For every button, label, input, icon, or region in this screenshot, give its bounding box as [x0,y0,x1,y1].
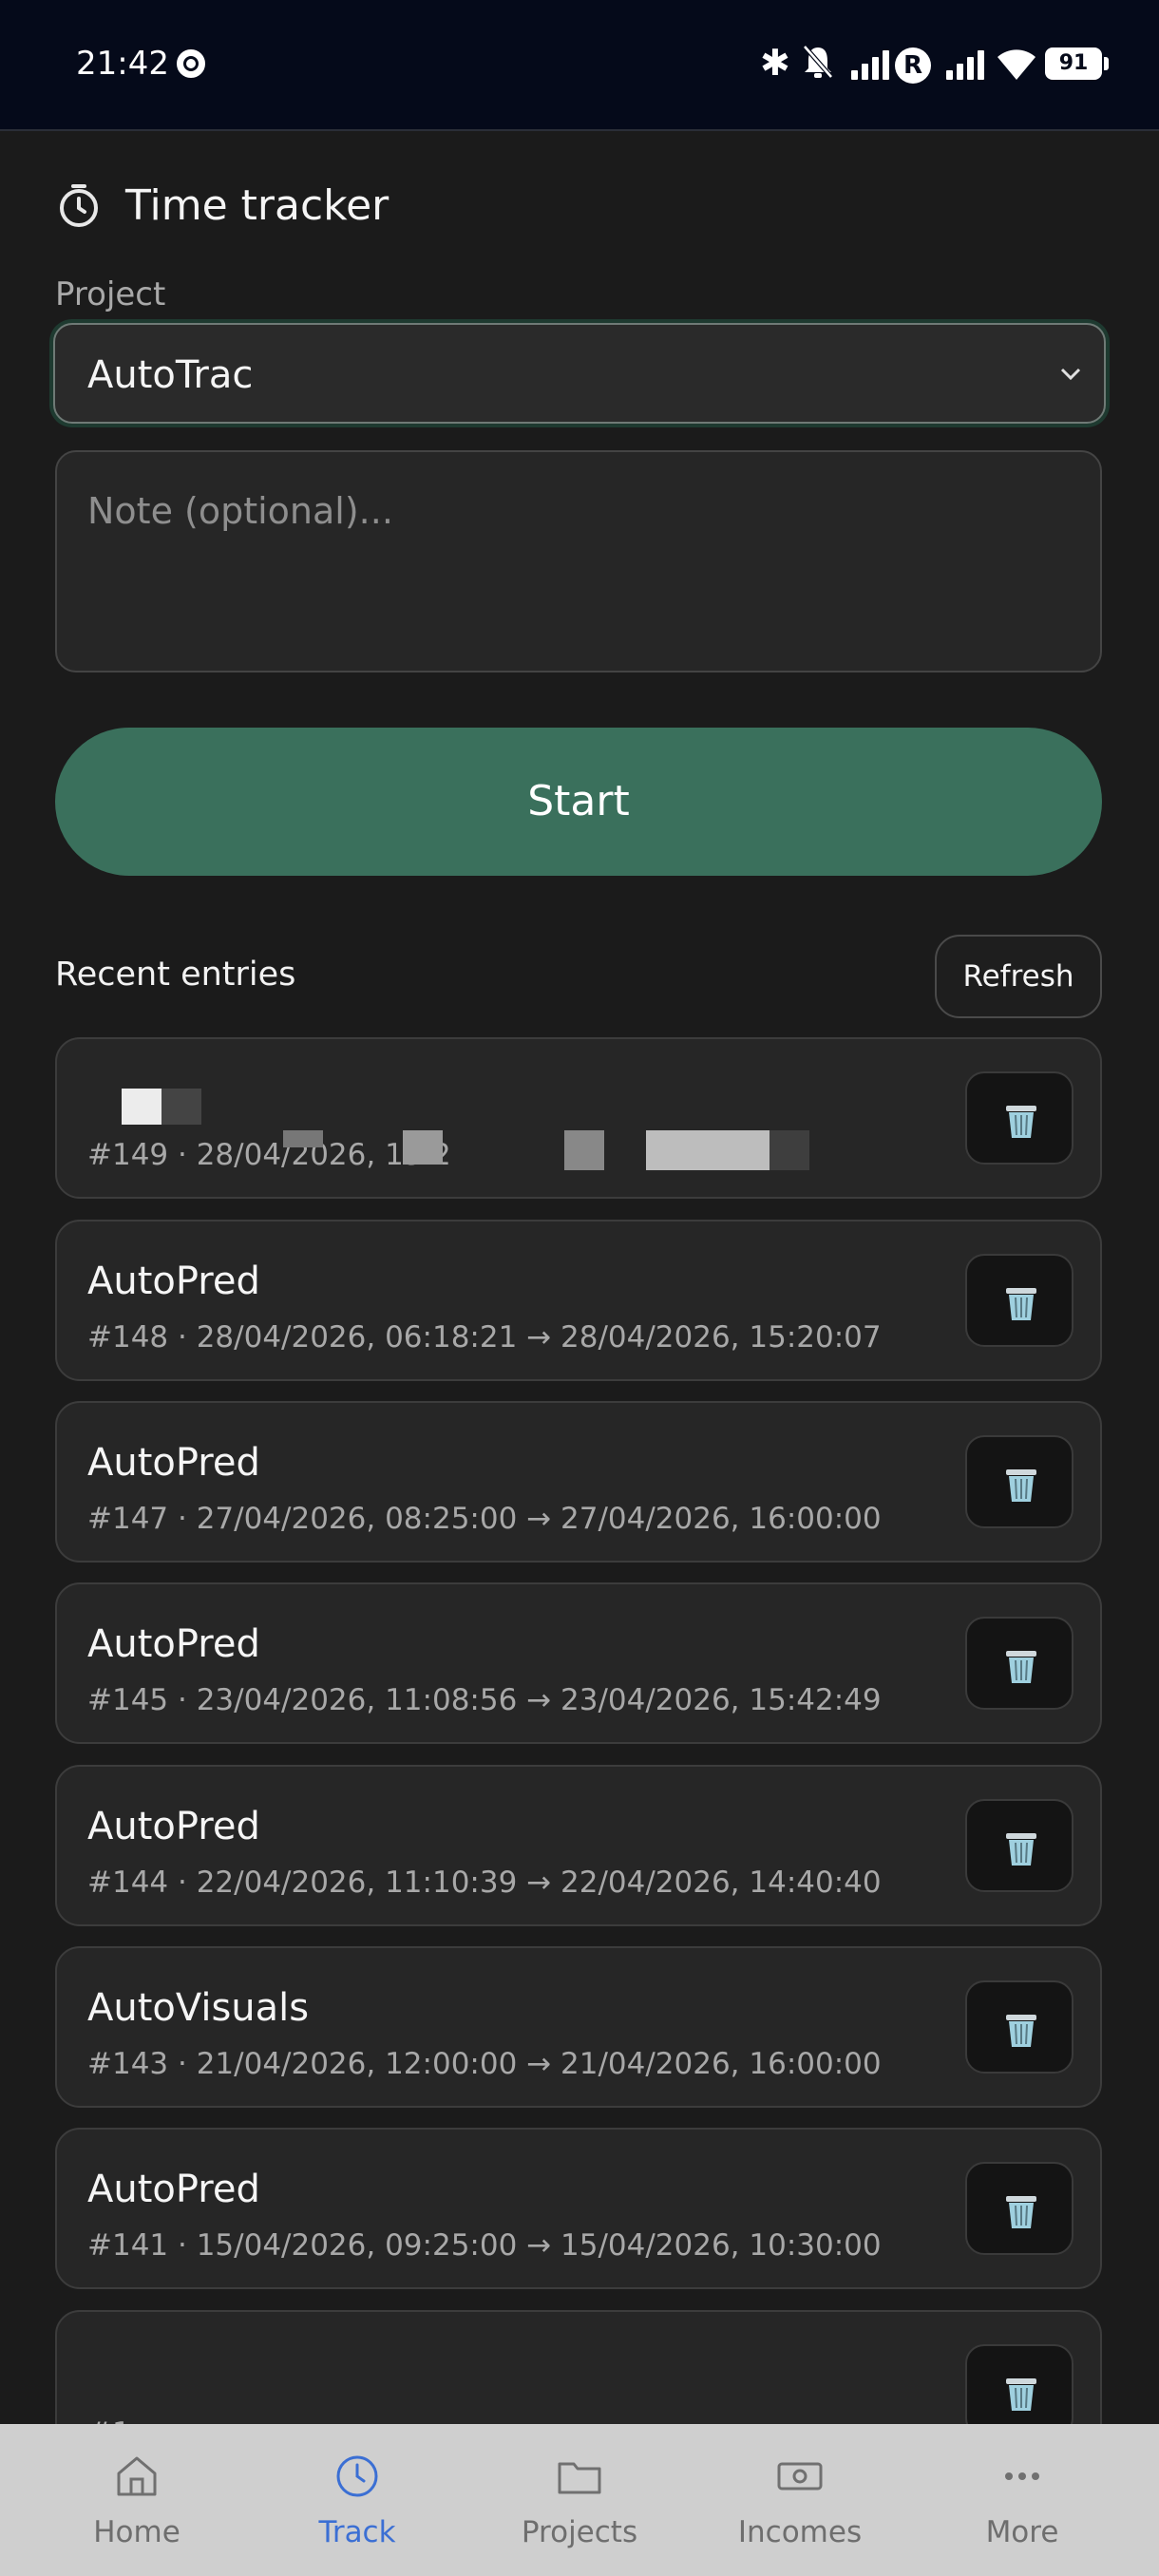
entry-card[interactable]: AutoVisuals #143 · 21/04/2026, 12:00:00 … [55,1946,1102,2108]
redacted-block [403,1130,443,1165]
entry-meta: #144 · 22/04/2026, 11:10:39 → 22/04/2026… [87,1866,882,1900]
entry-card[interactable]: AutoPred #141 · 15/04/2026, 09:25:00 → 1… [55,2128,1102,2289]
entry-title: AutoVisuals [87,1986,310,2030]
nav-home[interactable]: Home [28,2424,246,2576]
redacted-block [162,1089,201,1125]
status-time: 21:42 [76,45,169,83]
project-select[interactable]: AutoTrac [53,323,1106,424]
nav-projects[interactable]: Projects [470,2424,689,2576]
entry-meta: #145 · 23/04/2026, 11:08:56 → 23/04/2026… [87,1683,882,1717]
nav-more-label: More [985,2515,1059,2549]
delete-button[interactable] [965,1799,1074,1892]
entry-meta: #147 · 27/04/2026, 08:25:00 → 27/04/2026… [87,1502,882,1536]
trash-icon [1006,2196,1036,2228]
entry-title: AutoPred [87,1805,260,1848]
redacted-block [564,1130,604,1170]
delete-button[interactable] [965,1617,1074,1710]
delete-button[interactable] [965,1435,1074,1528]
battery-icon: 91 [1045,47,1109,80]
nav-track-label: Track [318,2515,396,2549]
nav-incomes-label: Incomes [737,2515,863,2549]
trash-icon [1006,1833,1036,1866]
clock-icon [336,2455,378,2497]
project-label: Project [55,275,166,313]
redacted-block [122,1089,162,1125]
banknote-icon [777,2462,823,2491]
nav-more[interactable]: More [913,2424,1131,2576]
delete-button[interactable] [965,2162,1074,2255]
trash-icon [1006,2378,1036,2411]
entry-meta: #149 · 28/04/2026, 15:2 [87,1138,451,1172]
status-bar: 21:42 ✱ R 91 [0,0,1159,131]
entry-title: AutoPred [87,2168,260,2211]
page-title: Time tracker [125,180,390,230]
status-icons: ✱ R 91 [760,42,1159,87]
entry-meta: #141 · 15/04/2026, 09:25:00 → 15/04/2026… [87,2228,882,2263]
signal-2-icon [946,50,984,80]
more-icon [1005,2472,1039,2480]
entry-card[interactable]: AutoPred #148 · 28/04/2026, 06:18:21 → 2… [55,1220,1102,1381]
nav-track[interactable]: Track [248,2424,466,2576]
wifi-icon [998,49,1036,80]
stopwatch-icon [60,184,98,227]
nav-projects-label: Projects [521,2515,638,2549]
trash-icon [1006,1288,1036,1320]
entry-card[interactable]: #149 · 28/04/2026, 15:2 [55,1037,1102,1199]
project-select-value: AutoTrac [87,353,254,397]
entry-title: AutoPred [87,1441,260,1485]
trash-icon [1006,1106,1036,1138]
recent-entries-title: Recent entries [55,956,296,994]
trash-icon [1006,1469,1036,1502]
entry-card[interactable]: AutoPred #147 · 27/04/2026, 08:25:00 → 2… [55,1401,1102,1563]
redacted-block [283,1130,323,1147]
delete-button[interactable] [965,1980,1074,2074]
entry-meta: #143 · 21/04/2026, 12:00:00 → 21/04/2026… [87,2047,882,2081]
trash-icon [1006,1651,1036,1683]
chrome-icon [177,49,205,78]
delete-button[interactable] [965,1071,1074,1165]
entry-title: AutoPred [87,1622,260,1666]
delete-button[interactable] [965,1254,1074,1347]
note-field[interactable] [55,450,1102,672]
bluetooth-icon: ✱ [760,42,790,84]
signal-icon [851,50,889,80]
trash-icon [1006,2015,1036,2047]
entry-title: AutoPred [87,1260,260,1303]
entry-card[interactable]: AutoPred #144 · 22/04/2026, 11:10:39 → 2… [55,1765,1102,1926]
folder-icon [558,2462,601,2494]
redacted-block [646,1130,770,1170]
nav-home-label: Home [93,2515,180,2549]
start-button[interactable]: Start [55,728,1102,876]
entry-card[interactable]: AutoPred #145 · 23/04/2026, 11:08:56 → 2… [55,1582,1102,1744]
roaming-icon: R [895,47,931,84]
chevron-down-icon [1060,368,1081,381]
bottom-nav: Home Track Projects Incomes More [0,2424,1159,2576]
entry-meta: #148 · 28/04/2026, 06:18:21 → 28/04/2026… [87,1320,882,1354]
refresh-button[interactable]: Refresh [935,935,1102,1018]
page-header: Time tracker [55,175,389,236]
redacted-block [770,1130,809,1170]
nav-incomes[interactable]: Incomes [691,2424,909,2576]
mute-bell-icon [803,45,833,79]
home-icon [117,2456,157,2496]
